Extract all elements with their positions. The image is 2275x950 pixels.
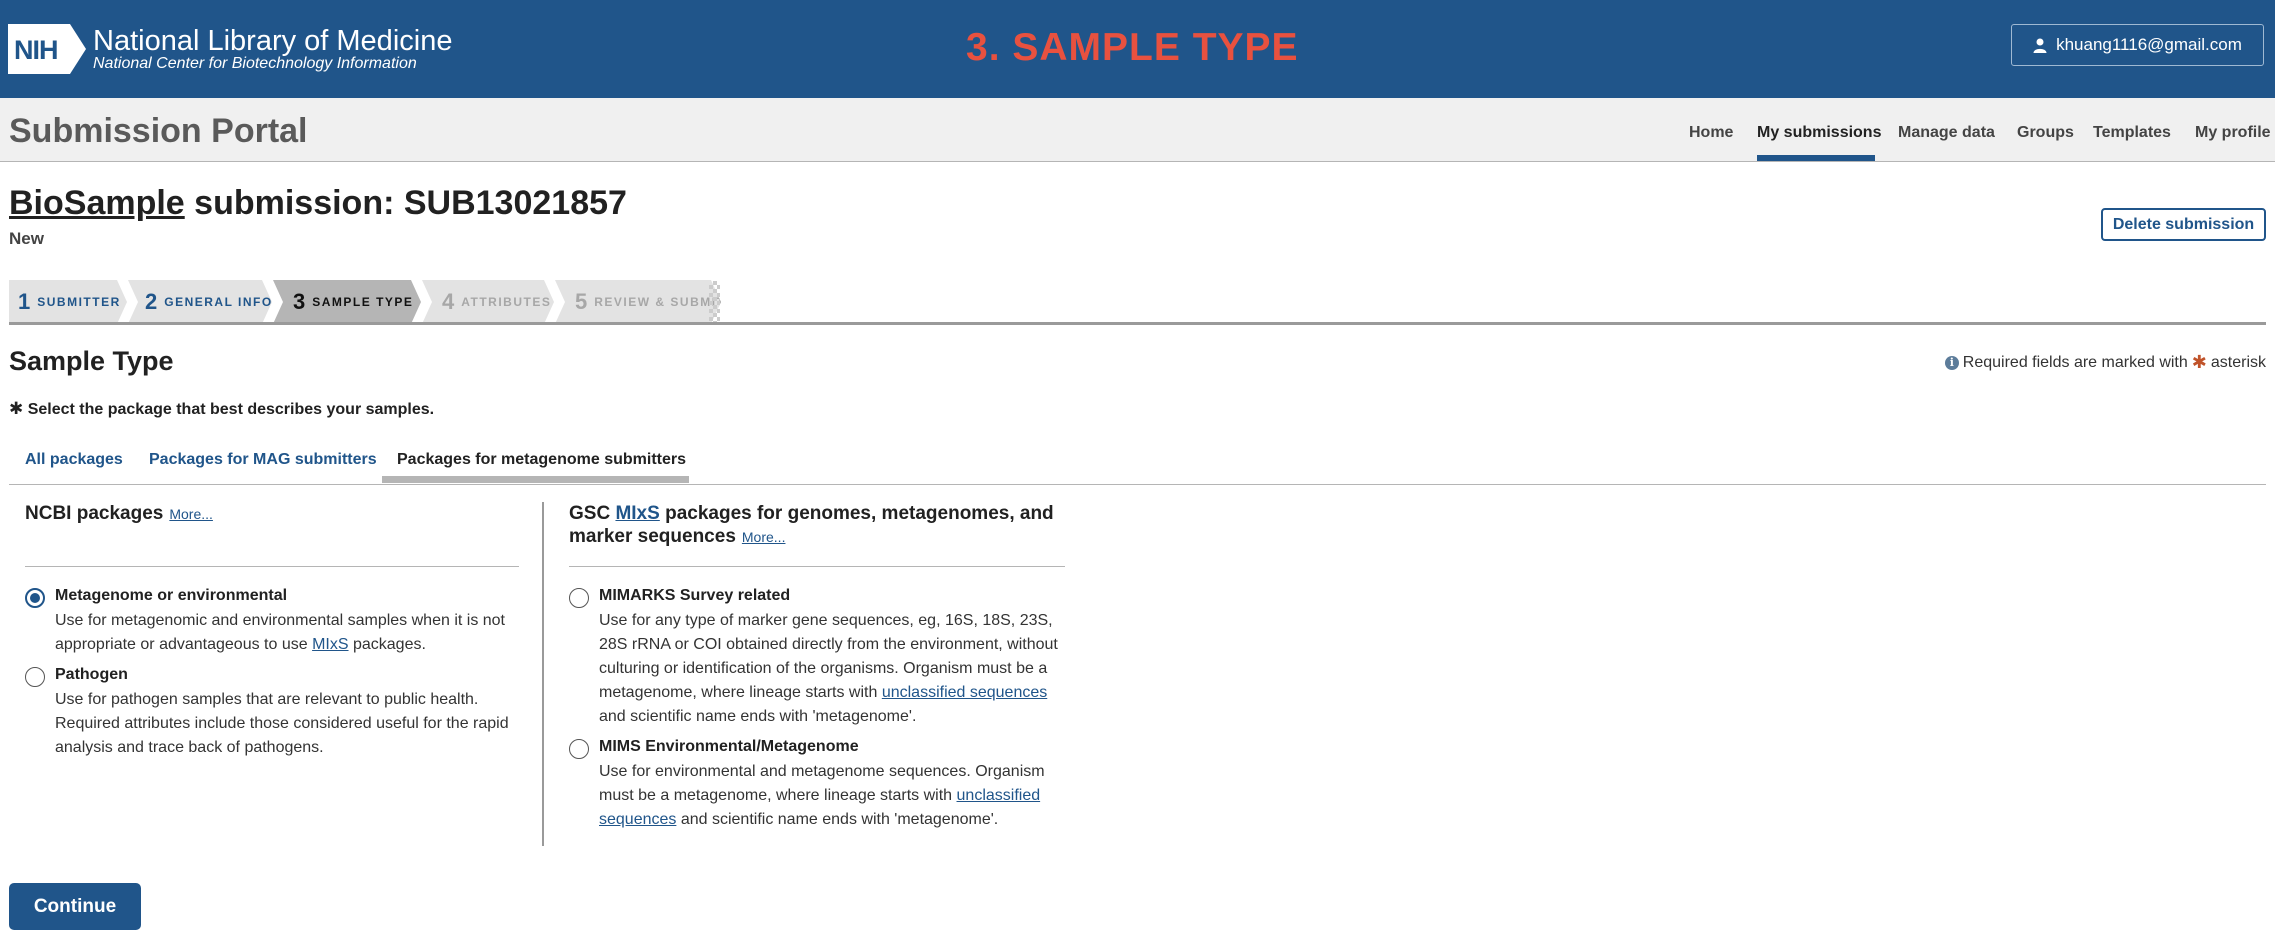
option-description: Use for any type of marker gene sequence… xyxy=(599,609,1069,729)
required-asterisk-icon: ✱ xyxy=(9,399,24,418)
tab-active-indicator xyxy=(382,476,689,483)
nav-my-profile[interactable]: My profile xyxy=(2195,124,2271,142)
radio-pathogen[interactable] xyxy=(25,667,45,687)
required-asterisk-icon: ✱ xyxy=(2191,352,2207,372)
step-label: SAMPLE TYPE xyxy=(312,295,414,309)
gsc-heading-rule xyxy=(569,566,1065,567)
step-number: 2 xyxy=(145,289,158,314)
radio-mimarks-survey[interactable] xyxy=(569,588,589,608)
submission-status: New xyxy=(9,229,44,248)
info-icon: i xyxy=(1944,355,1959,370)
submission-id: submission: SUB13021857 xyxy=(184,184,627,222)
radio-metagenome[interactable] xyxy=(25,588,45,608)
option-desc-text: packages. xyxy=(348,636,426,653)
biosample-link[interactable]: BioSample xyxy=(9,184,185,222)
ncbi-heading-rule xyxy=(25,566,519,567)
tabs-divider xyxy=(9,484,2266,485)
user-icon xyxy=(2033,38,2047,53)
step-label: REVIEW & SUBMIT xyxy=(594,295,726,309)
svg-text:NIH: NIH xyxy=(14,35,58,65)
step-number: 3 xyxy=(293,289,306,314)
step-general-info[interactable]: 2 GENERAL INFO xyxy=(128,280,272,324)
gsc-heading-text: GSC xyxy=(569,503,616,524)
instruction-text: Select the package that best describes y… xyxy=(27,401,435,418)
portal-title[interactable]: Submission Portal xyxy=(9,112,308,151)
tab-metagenome-packages[interactable]: Packages for metagenome submitters xyxy=(397,451,686,469)
option-title: MIMARKS Survey related xyxy=(599,587,791,604)
nav-manage-data[interactable]: Manage data xyxy=(1898,124,1995,142)
continue-button[interactable]: Continue xyxy=(9,883,141,930)
nav-groups[interactable]: Groups xyxy=(2017,124,2074,142)
option-description: Use for pathogen samples that are releva… xyxy=(55,691,509,756)
ncbi-packages-heading: NCBI packages More... xyxy=(25,502,213,526)
tab-all-packages[interactable]: All packages xyxy=(25,451,123,469)
step-number: 5 xyxy=(575,289,588,314)
header-banner: NIH National Library of Medicine Nationa… xyxy=(0,0,2275,98)
unclassified-sequences-link[interactable]: unclassified sequences xyxy=(882,684,1047,701)
nlm-subtitle: National Center for Biotechnology Inform… xyxy=(93,55,417,72)
mixs-link[interactable]: MIxS xyxy=(312,636,348,653)
ncbi-more-link[interactable]: More... xyxy=(169,506,213,522)
step-submitter[interactable]: 1 SUBMITTER xyxy=(9,280,127,324)
required-fields-note: i Required fields are marked with ✱ aste… xyxy=(1944,352,2266,373)
step-sample-type[interactable]: 3 SAMPLE TYPE xyxy=(273,280,421,324)
nav-templates[interactable]: Templates xyxy=(2093,124,2171,142)
nav-home[interactable]: Home xyxy=(1689,124,1733,142)
steps-end-pattern xyxy=(709,281,720,323)
step-review-submit: 5 REVIEW & SUBMIT xyxy=(555,280,721,324)
user-account-button[interactable]: khuang1116@gmail.com xyxy=(2011,24,2264,66)
tab-mag-packages[interactable]: Packages for MAG submitters xyxy=(149,451,377,469)
option-description: Use for environmental and metagenome seq… xyxy=(599,760,1069,832)
step-label: GENERAL INFO xyxy=(164,295,273,309)
section-title: Sample Type xyxy=(9,346,174,376)
option-title: MIMS Environmental/Metagenome xyxy=(599,738,859,755)
gsc-more-link[interactable]: More... xyxy=(742,529,786,545)
nih-logo[interactable]: NIH xyxy=(8,24,86,74)
steps-divider xyxy=(9,322,2266,325)
user-email: khuang1116@gmail.com xyxy=(2056,35,2242,54)
step-label: ATTRIBUTES xyxy=(461,295,552,309)
radio-mims-environmental[interactable] xyxy=(569,739,589,759)
ncbi-heading-text: NCBI packages xyxy=(25,503,164,524)
nav-active-indicator xyxy=(1757,155,1875,161)
option-description: Use for metagenomic and environmental sa… xyxy=(55,609,520,657)
gsc-packages-heading: GSC MIxS packages for genomes, metagenom… xyxy=(569,502,1069,549)
option-desc-text: and scientific name ends with 'metagenom… xyxy=(599,708,917,725)
step-number: 4 xyxy=(442,289,455,314)
required-note-text: Required fields are marked with xyxy=(1962,353,2188,371)
option-desc-text: and scientific name ends with 'metagenom… xyxy=(676,811,999,828)
nav-my-submissions[interactable]: My submissions xyxy=(1757,124,1881,142)
step-number: 1 xyxy=(18,289,31,314)
submission-title: BioSample submission: SUB13021857 xyxy=(9,184,627,223)
gsc-mixs-link[interactable]: MIxS xyxy=(615,503,659,524)
step-attributes: 4 ATTRIBUTES xyxy=(422,280,554,324)
option-title: Pathogen xyxy=(55,666,128,683)
column-divider xyxy=(542,502,544,846)
option-title: Metagenome or environmental xyxy=(55,587,288,604)
nlm-title[interactable]: National Library of Medicine xyxy=(93,25,452,57)
required-note-suffix: asterisk xyxy=(2210,353,2266,371)
package-instruction: ✱ Select the package that best describes… xyxy=(9,399,434,419)
step-label: SUBMITTER xyxy=(37,295,121,309)
option-desc-text: Use for metagenomic and environmental sa… xyxy=(55,612,505,653)
step-banner: 3. SAMPLE TYPE xyxy=(966,26,1299,69)
delete-submission-button[interactable]: Delete submission xyxy=(2101,208,2266,241)
